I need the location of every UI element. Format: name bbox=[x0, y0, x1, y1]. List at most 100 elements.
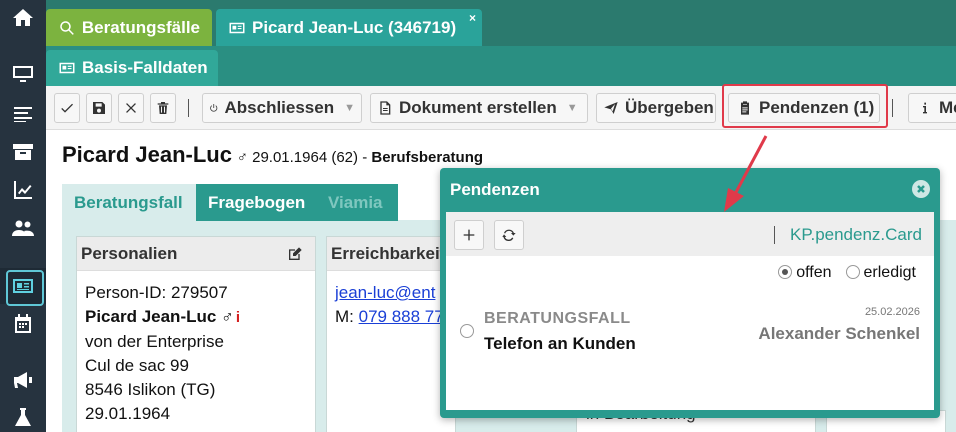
check-icon bbox=[61, 103, 73, 113]
tab-beratungsfall[interactable]: Beratungsfall bbox=[62, 184, 196, 221]
popup-body: KP.pendenz.Card offen erledigt BERATUNGSF… bbox=[446, 212, 934, 410]
tab-fragebogen[interactable]: Fragebogen bbox=[196, 184, 316, 221]
floppy-icon bbox=[93, 102, 105, 114]
info-icon[interactable]: i bbox=[236, 309, 240, 326]
person-header: Picard Jean-Luc ♂ 29.01.1964 (62) - Beru… bbox=[62, 142, 483, 168]
paper-plane-icon bbox=[604, 102, 618, 114]
id-card-icon bbox=[229, 22, 245, 33]
flask-icon[interactable] bbox=[0, 400, 46, 432]
card-header: Erreichbarkeit bbox=[327, 237, 455, 271]
id-card-icon[interactable] bbox=[0, 268, 46, 306]
monitor-icon[interactable] bbox=[0, 56, 46, 92]
uebergeben-button[interactable]: Übergeben bbox=[596, 93, 716, 123]
phone-prefix: M: bbox=[335, 307, 359, 326]
button-label: Abschliessen bbox=[224, 98, 335, 117]
highlight-frame bbox=[722, 84, 888, 128]
status-filter: offen erledigt bbox=[778, 264, 916, 282]
delete-button[interactable] bbox=[150, 93, 176, 123]
abschliessen-button[interactable]: Abschliessen ▼ bbox=[202, 93, 362, 123]
person-fullname: Picard Jean-Luc ♂ bbox=[85, 307, 234, 326]
users-icon[interactable] bbox=[0, 210, 46, 246]
document-icon bbox=[380, 101, 391, 115]
personalien-card: Personalien Person-ID: 279507 Picard Jea… bbox=[76, 236, 316, 432]
refresh-icon bbox=[502, 229, 516, 242]
filter-label: offen bbox=[796, 264, 832, 281]
close-icon bbox=[126, 103, 136, 113]
info-icon bbox=[923, 102, 927, 114]
person-birthdate: 29.01.1964 bbox=[85, 404, 171, 423]
close-popup-button[interactable] bbox=[912, 180, 930, 198]
pendenz-date: 25.02.2026 bbox=[864, 306, 920, 318]
toolbar-divider bbox=[892, 99, 893, 117]
more-button[interactable]: Me bbox=[908, 93, 956, 123]
cancel-button[interactable] bbox=[118, 93, 144, 123]
pendenz-item[interactable]: BERATUNGSFALL Telefon an Kunden 25.02.20… bbox=[460, 306, 920, 358]
pendenzen-popup: Pendenzen KP.pendenz.Card offen erledigt … bbox=[440, 168, 940, 418]
card-title: Personalien bbox=[81, 243, 178, 263]
person-city: 8546 Islikon (TG) bbox=[85, 380, 216, 399]
close-icon bbox=[917, 185, 925, 193]
power-icon bbox=[210, 104, 218, 112]
tab-viamia[interactable]: Viamia bbox=[316, 184, 398, 221]
search-icon bbox=[60, 20, 74, 35]
popup-toolbar: KP.pendenz.Card bbox=[446, 212, 934, 256]
chart-icon[interactable] bbox=[0, 172, 46, 208]
side-rail bbox=[0, 0, 46, 432]
button-label: Dokument erstellen bbox=[399, 98, 557, 117]
pendenz-select-radio[interactable] bbox=[460, 324, 474, 338]
list-icon[interactable] bbox=[0, 96, 46, 132]
card-title: Erreichbarkeit bbox=[331, 243, 446, 263]
tab-label: Beratungsfälle bbox=[81, 17, 200, 37]
chevron-down-icon[interactable]: ▼ bbox=[567, 102, 578, 114]
subheader-bar: Basis-Falldaten bbox=[46, 46, 956, 86]
pendenz-title: Telefon an Kunden bbox=[484, 334, 636, 353]
popup-title: Pendenzen bbox=[450, 180, 540, 199]
card-reference: KP.pendenz.Card bbox=[789, 225, 922, 244]
filter-offen[interactable]: offen bbox=[778, 264, 832, 281]
plus-icon bbox=[463, 229, 475, 241]
tab-beratungsfaelle[interactable]: Beratungsfälle bbox=[46, 9, 212, 46]
app-root: Beratungsfälle Picard Jean-Luc (346719) … bbox=[0, 0, 956, 432]
dokument-erstellen-button[interactable]: Dokument erstellen ▼ bbox=[370, 93, 588, 123]
chevron-down-icon[interactable]: ▼ bbox=[344, 102, 355, 114]
id-card-icon bbox=[59, 62, 75, 74]
header-bar: Beratungsfälle Picard Jean-Luc (346719) … bbox=[46, 0, 956, 46]
refresh-button[interactable] bbox=[494, 220, 524, 250]
radio-erledigt[interactable] bbox=[845, 265, 860, 279]
person-name: Picard Jean-Luc bbox=[62, 142, 232, 167]
calendar-icon[interactable] bbox=[0, 306, 46, 342]
edit-icon[interactable] bbox=[287, 246, 303, 262]
pendenz-assignee: Alexander Schenkel bbox=[758, 324, 920, 343]
tab-person[interactable]: Picard Jean-Luc (346719) × bbox=[216, 9, 482, 46]
tab-label: Picard Jean-Luc (346719) bbox=[252, 17, 457, 37]
person-origin: von der Enterprise bbox=[85, 332, 224, 351]
tab-label: Basis-Falldaten bbox=[82, 58, 208, 77]
toolbar-divider bbox=[188, 99, 189, 117]
erreichbarkeit-card: Erreichbarkeit jean-luc@ent M: 079 888 7… bbox=[326, 236, 456, 432]
button-label: Me bbox=[939, 98, 956, 117]
archive-icon[interactable] bbox=[0, 134, 46, 170]
toolbar-divider bbox=[774, 226, 775, 244]
pendenz-category: BERATUNGSFALL bbox=[484, 310, 631, 327]
person-meta: ♂ 29.01.1964 (62) - bbox=[236, 149, 372, 166]
person-street: Cul de sac 99 bbox=[85, 356, 189, 375]
person-id: Person-ID: 279507 bbox=[85, 283, 228, 302]
card-body: jean-luc@ent M: 079 888 77 bbox=[327, 271, 455, 339]
case-type: Berufsberatung bbox=[371, 149, 484, 166]
close-tab-button[interactable]: × bbox=[469, 11, 476, 25]
confirm-button[interactable] bbox=[54, 93, 80, 123]
radio-offen[interactable] bbox=[778, 265, 793, 279]
megaphone-icon[interactable] bbox=[0, 362, 46, 398]
person-fullname-row: Picard Jean-Luc ♂ i bbox=[85, 305, 307, 330]
card-header: Personalien bbox=[77, 237, 315, 271]
save-button[interactable] bbox=[86, 93, 112, 123]
filter-label: erledigt bbox=[863, 264, 916, 281]
home-icon[interactable] bbox=[0, 0, 46, 36]
filter-erledigt[interactable]: erledigt bbox=[845, 264, 916, 281]
button-label: Übergeben bbox=[625, 98, 714, 117]
add-pendenz-button[interactable] bbox=[454, 220, 484, 250]
card-body: Person-ID: 279507 Picard Jean-Luc ♂ i von… bbox=[77, 271, 315, 432]
phone-link[interactable]: 079 888 77 bbox=[359, 307, 444, 326]
email-link[interactable]: jean-luc@ent bbox=[335, 283, 435, 302]
tab-basis-falldaten[interactable]: Basis-Falldaten bbox=[46, 50, 218, 86]
